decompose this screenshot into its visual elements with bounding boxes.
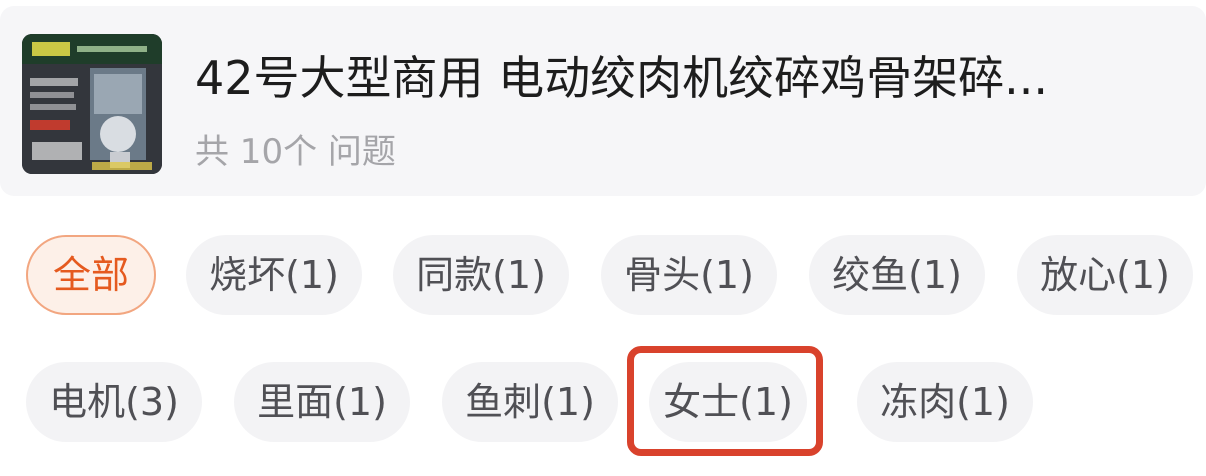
filter-chip-all[interactable]: 全部 bbox=[26, 235, 156, 315]
filter-chip-mince-fish[interactable]: 绞鱼(1) bbox=[809, 235, 985, 315]
filter-chip-burned[interactable]: 烧坏(1) bbox=[186, 235, 362, 315]
product-title[interactable]: 42号大型商用 电动绞肉机绞碎鸡骨架碎... bbox=[195, 48, 1185, 108]
filter-chip-motor[interactable]: 电机(3) bbox=[26, 362, 202, 442]
filter-chip-inside[interactable]: 里面(1) bbox=[234, 362, 410, 442]
product-card[interactable]: 42号大型商用 电动绞肉机绞碎鸡骨架碎... 共 10个 问题 bbox=[0, 6, 1206, 196]
filter-chip-same-model[interactable]: 同款(1) bbox=[393, 235, 569, 315]
filter-chip-frozen-meat[interactable]: 冻肉(1) bbox=[857, 362, 1033, 442]
filter-chip-bones[interactable]: 骨头(1) bbox=[601, 235, 777, 315]
filter-chip-lady[interactable]: 女士(1) bbox=[649, 362, 807, 442]
product-thumbnail[interactable] bbox=[22, 34, 162, 174]
meat-grinder-image bbox=[22, 34, 162, 174]
filter-chip-fish-bones[interactable]: 鱼刺(1) bbox=[442, 362, 618, 442]
filter-chip-reassured[interactable]: 放心(1) bbox=[1017, 235, 1193, 315]
question-count: 共 10个 问题 bbox=[195, 132, 396, 172]
